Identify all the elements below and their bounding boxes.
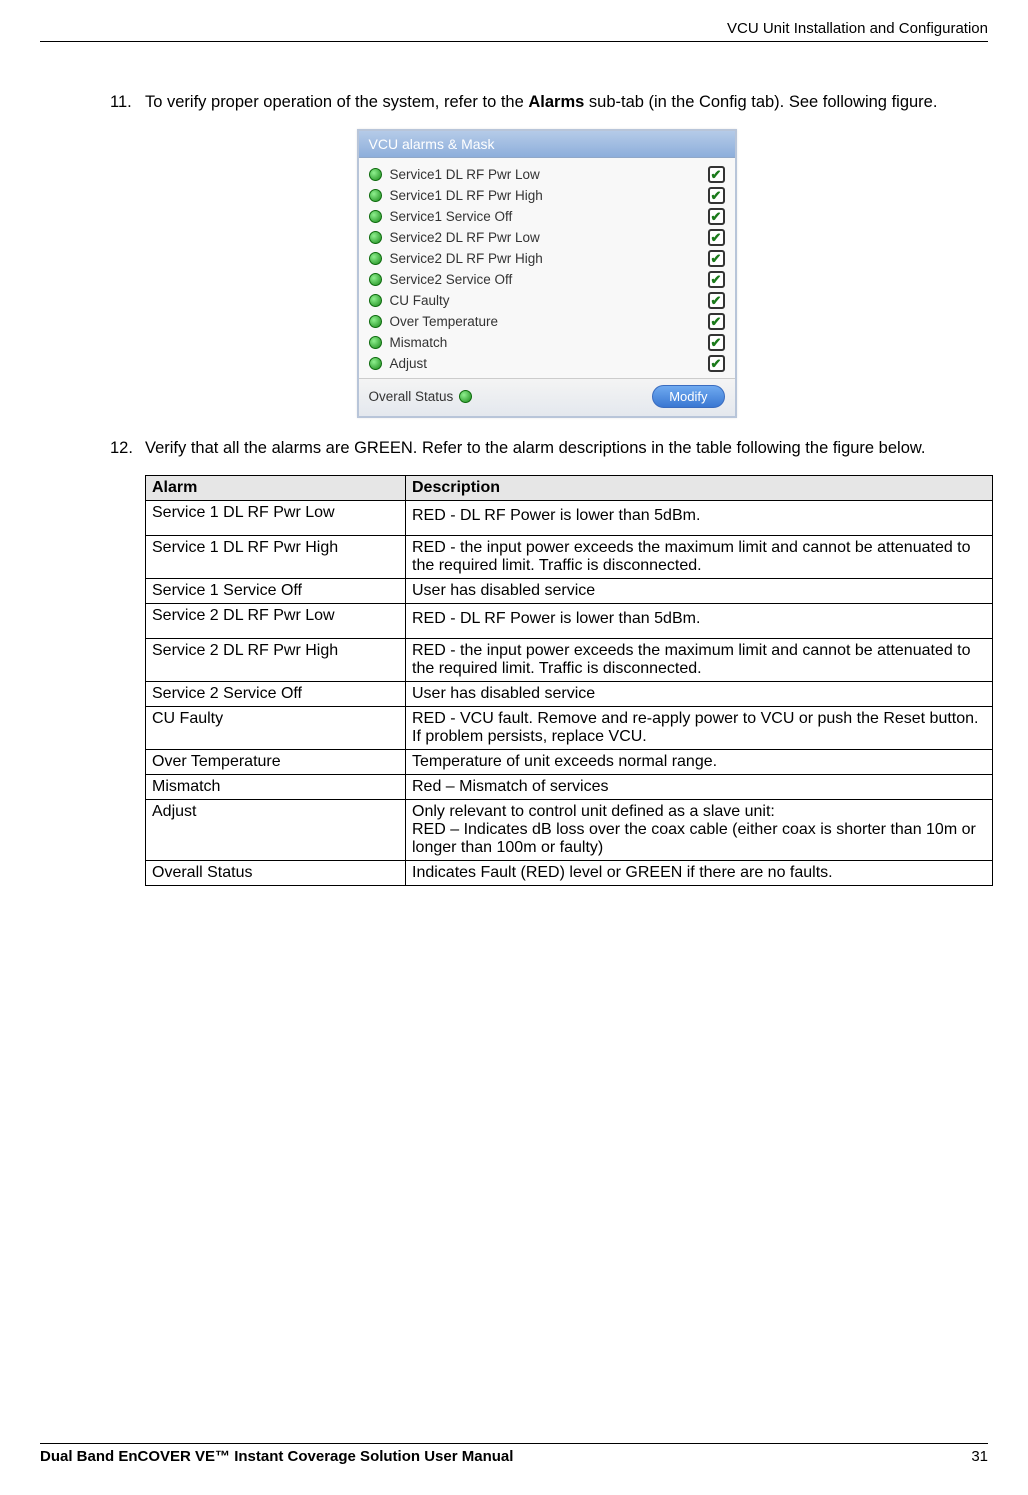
alarm-label: Service2 Service Off (390, 272, 708, 287)
checkbox-icon[interactable]: ✔ (708, 271, 725, 288)
cell-alarm: Mismatch (146, 774, 406, 799)
alarm-label: Adjust (390, 356, 708, 371)
checkbox-icon[interactable]: ✔ (708, 229, 725, 246)
alarm-label: Service1 DL RF Pwr Low (390, 167, 708, 182)
alarm-row: Over Temperature✔ (369, 311, 725, 332)
checkbox-icon[interactable]: ✔ (708, 355, 725, 372)
alarm-row: Adjust✔ (369, 353, 725, 374)
status-dot-icon (369, 210, 382, 223)
checkbox-icon[interactable]: ✔ (708, 250, 725, 267)
cell-alarm: Adjust (146, 799, 406, 860)
checkbox-icon[interactable]: ✔ (708, 187, 725, 204)
alarm-label: Service2 DL RF Pwr High (390, 251, 708, 266)
alarm-description-table: Alarm Description Service 1 DL RF Pwr Lo… (145, 475, 993, 886)
overall-status-row: Overall Status (369, 389, 653, 404)
alarm-label: Over Temperature (390, 314, 708, 329)
checkbox-icon[interactable]: ✔ (708, 313, 725, 330)
table-row: Service 2 DL RF Pwr LowRED - DL RF Power… (146, 603, 993, 638)
cell-description: Temperature of unit exceeds normal range… (406, 749, 993, 774)
cell-description: User has disabled service (406, 578, 993, 603)
cell-alarm: Service 1 DL RF Pwr Low (146, 500, 406, 535)
cell-description: Indicates Fault (RED) level or GREEN if … (406, 860, 993, 885)
step-number: 11. (110, 90, 145, 115)
table-row: MismatchRed – Mismatch of services (146, 774, 993, 799)
overall-status-label: Overall Status (369, 389, 454, 404)
cell-alarm: Service 2 Service Off (146, 681, 406, 706)
alarm-row: Mismatch✔ (369, 332, 725, 353)
alarm-row: Service1 DL RF Pwr High✔ (369, 185, 725, 206)
table-row: CU FaultyRED - VCU fault. Remove and re-… (146, 706, 993, 749)
step-12: 12. Verify that all the alarms are GREEN… (110, 436, 983, 461)
table-row: Service 2 DL RF Pwr HighRED - the input … (146, 638, 993, 681)
cell-alarm: Service 1 DL RF Pwr High (146, 535, 406, 578)
chapter-title: VCU Unit Installation and Configuration (727, 20, 988, 37)
cell-description: RED - DL RF Power is lower than 5dBm. (406, 603, 993, 638)
status-dot-icon (369, 336, 382, 349)
alarm-label: Service2 DL RF Pwr Low (390, 230, 708, 245)
alarm-row: CU Faulty✔ (369, 290, 725, 311)
alarm-label: Service1 DL RF Pwr High (390, 188, 708, 203)
page-footer: Dual Band EnCOVER VE™ Instant Coverage S… (40, 1443, 988, 1465)
th-alarm: Alarm (146, 475, 406, 500)
page-header: VCU Unit Installation and Configuration (40, 20, 988, 42)
cell-alarm: Overall Status (146, 860, 406, 885)
status-dot-icon (369, 315, 382, 328)
table-row: Service 1 DL RF Pwr LowRED - DL RF Power… (146, 500, 993, 535)
status-dot-icon (369, 252, 382, 265)
cell-description: Red – Mismatch of services (406, 774, 993, 799)
status-dot-icon (369, 273, 382, 286)
cell-description: RED - DL RF Power is lower than 5dBm. (406, 500, 993, 535)
table-row: Service 2 Service OffUser has disabled s… (146, 681, 993, 706)
cell-description: RED - the input power exceeds the maximu… (406, 535, 993, 578)
alarm-row: Service2 DL RF Pwr Low✔ (369, 227, 725, 248)
status-dot-icon (459, 390, 472, 403)
cell-alarm: Over Temperature (146, 749, 406, 774)
status-dot-icon (369, 189, 382, 202)
checkbox-icon[interactable]: ✔ (708, 208, 725, 225)
status-dot-icon (369, 357, 382, 370)
cell-alarm: Service 2 DL RF Pwr Low (146, 603, 406, 638)
th-description: Description (406, 475, 993, 500)
alarm-row: Service1 Service Off✔ (369, 206, 725, 227)
modify-button[interactable]: Modify (652, 385, 724, 408)
status-dot-icon (369, 294, 382, 307)
footer-title: Dual Band EnCOVER VE™ Instant Coverage S… (40, 1448, 513, 1465)
checkbox-icon[interactable]: ✔ (708, 166, 725, 183)
checkbox-icon[interactable]: ✔ (708, 292, 725, 309)
step-number: 12. (110, 436, 145, 461)
cell-alarm: CU Faulty (146, 706, 406, 749)
alarm-row: Service2 DL RF Pwr High✔ (369, 248, 725, 269)
table-row: Service 1 DL RF Pwr HighRED - the input … (146, 535, 993, 578)
cell-description: Only relevant to control unit defined as… (406, 799, 993, 860)
page-number: 31 (971, 1448, 988, 1465)
table-row: AdjustOnly relevant to control unit defi… (146, 799, 993, 860)
table-row: Service 1 Service OffUser has disabled s… (146, 578, 993, 603)
step-11: 11. To verify proper operation of the sy… (110, 90, 983, 115)
cell-alarm: Service 1 Service Off (146, 578, 406, 603)
status-dot-icon (369, 168, 382, 181)
alarms-bold: Alarms (528, 93, 584, 111)
panel-title: VCU alarms & Mask (359, 131, 735, 158)
table-row: Overall StatusIndicates Fault (RED) leve… (146, 860, 993, 885)
cell-alarm: Service 2 DL RF Pwr High (146, 638, 406, 681)
alarm-label: Mismatch (390, 335, 708, 350)
step-text: Verify that all the alarms are GREEN. Re… (145, 436, 983, 461)
checkbox-icon[interactable]: ✔ (708, 334, 725, 351)
step-text: To verify proper operation of the system… (145, 90, 983, 115)
alarm-row: Service1 DL RF Pwr Low✔ (369, 164, 725, 185)
cell-description: User has disabled service (406, 681, 993, 706)
alarm-label: Service1 Service Off (390, 209, 708, 224)
cell-description: RED - VCU fault. Remove and re-apply pow… (406, 706, 993, 749)
cell-description: RED - the input power exceeds the maximu… (406, 638, 993, 681)
table-row: Over TemperatureTemperature of unit exce… (146, 749, 993, 774)
vcu-alarms-panel: VCU alarms & Mask Service1 DL RF Pwr Low… (357, 129, 737, 418)
alarm-label: CU Faulty (390, 293, 708, 308)
alarm-row: Service2 Service Off✔ (369, 269, 725, 290)
status-dot-icon (369, 231, 382, 244)
